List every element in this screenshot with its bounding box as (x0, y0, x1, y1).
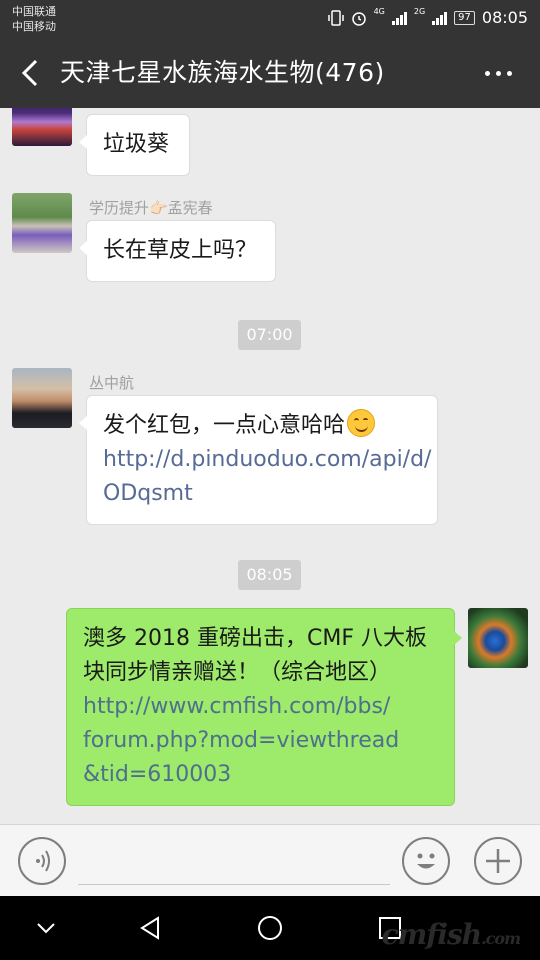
signal-icon (432, 11, 448, 25)
message-link-line[interactable]: http://d.pinduoduo.com/api/d/ (103, 443, 431, 477)
watermark: cmfish.com (381, 918, 521, 951)
message-text: 垃圾葵 (103, 132, 170, 157)
home-circle-icon[interactable] (254, 912, 286, 944)
message-link-line[interactable]: http://www.cmfish.com/bbs/ (83, 690, 438, 724)
carrier-2: 中国移动 (12, 20, 56, 33)
voice-icon[interactable] (18, 837, 66, 885)
message-text: 长在草皮上吗？ (103, 238, 258, 263)
input-bar (0, 824, 540, 896)
carrier-1: 中国联通 (12, 5, 56, 18)
status-bar: 中国联通 中国移动 4G 2G 97 08:05 (0, 0, 540, 38)
message-text-line: 澳多 2018 重磅出击，CMF 八大板 (83, 626, 427, 651)
timestamp: 07:00 (238, 320, 301, 350)
system-nav-bar: cmfish.com (0, 896, 540, 960)
vibrate-icon (327, 9, 344, 26)
plus-icon[interactable] (474, 837, 522, 885)
avatar[interactable] (12, 193, 72, 253)
message-bubble[interactable]: 长在草皮上吗？ (79, 220, 276, 282)
signal-icon (391, 11, 407, 25)
message-link-line[interactable]: &tid=610003 (83, 758, 438, 792)
avatar[interactable] (12, 108, 72, 146)
network-type-1: 4G (373, 7, 385, 16)
avatar-self[interactable] (468, 608, 528, 668)
back-arrow-icon[interactable] (18, 58, 44, 88)
message-link-line[interactable]: ODqsmt (103, 477, 421, 511)
message-bubble-outgoing[interactable]: 澳多 2018 重磅出击，CMF 八大板 块同步情亲赠送！（综合地区） http… (66, 608, 462, 806)
chat-header: 天津七星水族海水生物(476) (0, 38, 540, 108)
message-text-line: 块同步情亲赠送！（综合地区） (83, 660, 392, 685)
battery-icon: 97 (454, 10, 475, 25)
message-bubble[interactable]: 垃圾葵 (79, 114, 190, 176)
smile-emoji-icon (347, 409, 376, 437)
message-text: 发个红包，一点心意哈哈 (103, 413, 346, 438)
chat-title: 天津七星水族海水生物(476) (60, 58, 385, 87)
avatar[interactable] (12, 368, 72, 428)
clock: 08:05 (481, 8, 528, 27)
message-link-line[interactable]: forum.php?mod=viewthread (83, 724, 438, 758)
alarm-icon (351, 11, 366, 26)
carrier-labels: 中国联通 中国移动 (12, 4, 56, 34)
chevron-down-icon[interactable] (30, 912, 62, 944)
message-input[interactable] (78, 839, 390, 885)
sender-name: 丛中航 (89, 374, 135, 392)
message-bubble[interactable]: 发个红包，一点心意哈哈 http://d.pinduoduo.com/api/d… (79, 395, 438, 525)
back-triangle-icon[interactable] (134, 912, 166, 944)
message-list[interactable]: 垃圾葵 学历提升👉🏻孟宪春 长在草皮上吗？ 07:00 丛中航 发个红包，一点心… (0, 108, 540, 824)
network-type-2: 2G (413, 7, 426, 16)
sender-name: 学历提升👉🏻孟宪春 (89, 199, 213, 217)
timestamp: 08:05 (238, 560, 301, 590)
more-options-icon[interactable] (485, 71, 512, 76)
status-icons: 4G 2G 97 08:05 (327, 7, 528, 27)
emoji-icon[interactable] (402, 837, 450, 885)
